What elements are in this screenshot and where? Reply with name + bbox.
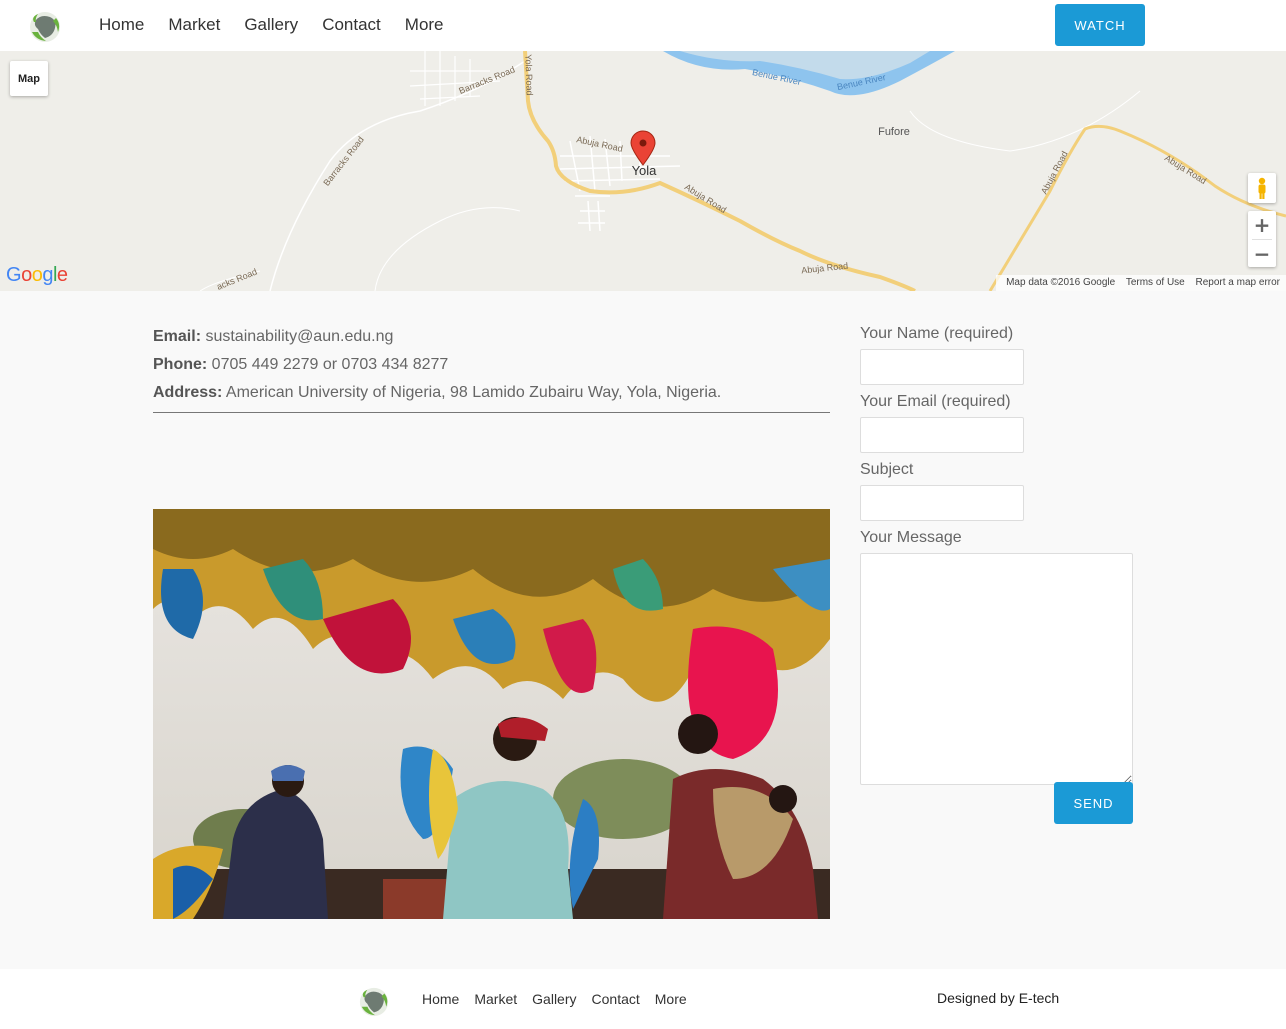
street-view-pegman-icon[interactable] [1248, 173, 1276, 203]
email-label: Email: [153, 328, 202, 345]
nav-contact-link[interactable]: Contact [322, 15, 381, 35]
footer-market-link[interactable]: Market [474, 991, 517, 1007]
minor-road [909, 90, 1141, 152]
minor-road [269, 60, 526, 291]
message-label: Your Message [860, 529, 962, 546]
zoom-control: + − [1248, 211, 1276, 267]
subject-input[interactable] [860, 485, 1024, 521]
section-divider [153, 412, 830, 413]
minor-road [374, 207, 521, 291]
footer-more-link[interactable]: More [655, 991, 687, 1007]
nav-market-link[interactable]: Market [168, 15, 220, 35]
email-input[interactable] [860, 417, 1024, 453]
site-header: Home Market Gallery Contact More WATCH [0, 0, 1286, 51]
phone-label: Phone: [153, 356, 208, 373]
map-label-abuja-road: Abuja Road [1163, 153, 1208, 186]
message-textarea[interactable] [860, 553, 1133, 785]
google-logo-text: Google [6, 264, 68, 286]
email-line: Email: sustainability@aun.edu.ng [153, 323, 830, 351]
footer-gallery-link[interactable]: Gallery [532, 991, 576, 1007]
address-line: Address: American University of Nigeria,… [153, 379, 830, 407]
designer-credit: Designed by E-tech [937, 990, 1060, 1006]
terms-of-use-link[interactable]: Terms of Use [1126, 277, 1185, 288]
map-data-text: Map data ©2016 Google [1006, 277, 1116, 288]
address-value: American University of Nigeria, 98 Lamid… [222, 384, 722, 401]
nav-gallery-link[interactable]: Gallery [244, 15, 298, 35]
zoom-in-button[interactable]: + [1248, 211, 1276, 239]
market-photo-image [153, 509, 830, 919]
map-attribution: Map data ©2016 Google Terms of Use Repor… [996, 275, 1286, 291]
map-canvas[interactable]: Barracks Road Barracks Road Yola Road Ab… [0, 51, 1286, 291]
map-label-yola: Yola [632, 163, 658, 178]
market-photo [153, 509, 830, 919]
zoom-out-button[interactable]: − [1248, 240, 1276, 268]
name-input[interactable] [860, 349, 1024, 385]
email-field-label: Your Email (required) [860, 393, 1011, 410]
site-footer: Home Market Gallery Contact More Designe… [0, 969, 1286, 1029]
phone-value: 0705 449 2279 or 0703 434 8277 [207, 356, 449, 373]
map-label-abuja-road: Abuja Road [576, 134, 624, 154]
footer-home-link[interactable]: Home [422, 991, 459, 1007]
google-map[interactable]: Barracks Road Barracks Road Yola Road Ab… [0, 51, 1286, 291]
watch-button[interactable]: WATCH [1055, 4, 1145, 46]
map-label-road: acks Road [215, 267, 258, 291]
map-label-yola-road: Yola Road [523, 54, 534, 96]
main-nav: Home Market Gallery Contact More [99, 15, 468, 35]
map-type-button[interactable]: Map [10, 61, 48, 96]
map-label-fufore: Fufore [878, 126, 910, 138]
google-logo[interactable]: Google [6, 264, 68, 287]
email-value[interactable]: sustainability@aun.edu.ng [201, 328, 393, 345]
footer-logo-icon[interactable] [356, 986, 392, 1018]
nav-more-link[interactable]: More [405, 15, 444, 35]
map-label-abuja-road: Abuja Road [1039, 149, 1070, 195]
map-label-barracks-road: Barracks Road [321, 135, 366, 188]
address-label: Address: [153, 384, 223, 401]
subject-label: Subject [860, 461, 914, 478]
abuja-road-east [988, 124, 1286, 291]
footer-nav: Home Market Gallery Contact More [422, 991, 702, 1007]
map-label-barracks-road: Barracks Road [457, 64, 516, 96]
nav-home-link[interactable]: Home [99, 15, 144, 35]
name-label: Your Name (required) [860, 325, 1014, 342]
map-marker-icon[interactable] [630, 130, 656, 166]
send-button[interactable]: SEND [1054, 782, 1133, 824]
contact-info: Email: sustainability@aun.edu.ng Phone: … [153, 323, 830, 407]
report-map-error-link[interactable]: Report a map error [1196, 277, 1280, 288]
contact-form: Your Name (required) Your Email (require… [860, 323, 1133, 785]
site-logo-icon[interactable] [26, 10, 64, 44]
phone-line: Phone: 0705 449 2279 or 0703 434 8277 [153, 351, 830, 379]
footer-contact-link[interactable]: Contact [592, 991, 640, 1007]
map-label-abuja-road: Abuja Road [801, 261, 849, 276]
